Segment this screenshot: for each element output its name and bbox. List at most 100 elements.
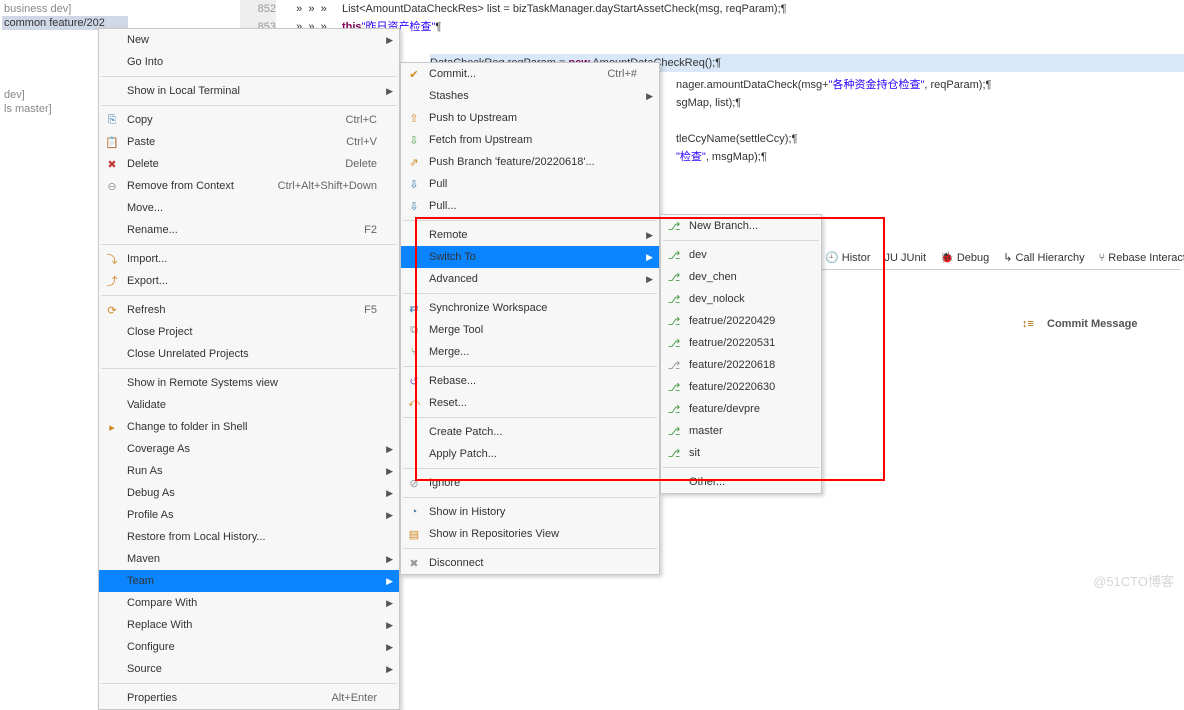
menu-item-dev[interactable]: ⎇dev — [661, 244, 821, 266]
menu-item-go-into[interactable]: Go Into — [99, 51, 399, 73]
rebase--icon: ↺ — [407, 374, 421, 388]
menu-item-show-in-repositories-view[interactable]: ▤Show in Repositories View — [401, 523, 659, 545]
menu-label: dev_nolock — [689, 293, 799, 305]
menu-item-rename[interactable]: Rename...F2 — [99, 219, 399, 241]
menu-item-debug-as[interactable]: Debug As▶ — [99, 482, 399, 504]
menu-label: Push to Upstream — [429, 112, 637, 124]
menu-item-switch-to[interactable]: Switch To▶ — [401, 246, 659, 268]
menu-label: Import... — [127, 253, 377, 265]
menu-item-show-in-local-terminal[interactable]: Show in Local Terminal▶ — [99, 80, 399, 102]
submenu-arrow-icon: ▶ — [386, 466, 393, 477]
menu-item-configure[interactable]: Configure▶ — [99, 636, 399, 658]
feature-20220630-icon: ⎇ — [667, 380, 681, 394]
menu-label: Close Project — [127, 326, 377, 338]
featrue-20220429-icon: ⎇ — [667, 314, 681, 328]
menu-item-change-to-folder-in-shell[interactable]: ▸Change to folder in Shell — [99, 416, 399, 438]
menu-item-pull[interactable]: ⇩Pull — [401, 173, 659, 195]
menu-item-properties[interactable]: PropertiesAlt+Enter — [99, 687, 399, 709]
menu-item-import[interactable]: ⤵Import... — [99, 248, 399, 270]
paste-icon: 📋 — [105, 135, 119, 149]
menu-shortcut: Ctrl+# — [607, 68, 637, 80]
menu-item-show-in-remote-systems-view[interactable]: Show in Remote Systems view — [99, 372, 399, 394]
team-submenu[interactable]: ✔Commit...Ctrl+#Stashes▶⇧Push to Upstrea… — [400, 62, 660, 575]
menu-item-ignore[interactable]: ⊘Ignore — [401, 472, 659, 494]
menu-item-merge[interactable]: ⑂Merge... — [401, 341, 659, 363]
menu-item-rebase[interactable]: ↺Rebase... — [401, 370, 659, 392]
menu-item-reset[interactable]: ⤺Reset... — [401, 392, 659, 414]
menu-label: Remove from Context — [127, 180, 254, 192]
menu-item-disconnect[interactable]: ✖Disconnect — [401, 552, 659, 574]
menu-item-refresh[interactable]: ⟳RefreshF5 — [99, 299, 399, 321]
menu-item-run-as[interactable]: Run As▶ — [99, 460, 399, 482]
menu-item-stashes[interactable]: Stashes▶ — [401, 85, 659, 107]
menu-label: Other... — [689, 476, 799, 488]
menu-item-restore-from-local-history[interactable]: Restore from Local History... — [99, 526, 399, 548]
menu-item-compare-with[interactable]: Compare With▶ — [99, 592, 399, 614]
menu-label: Delete — [127, 158, 321, 170]
submenu-arrow-icon: ▶ — [386, 642, 393, 653]
menu-item-dev-chen[interactable]: ⎇dev_chen — [661, 266, 821, 288]
menu-item-create-patch[interactable]: Create Patch... — [401, 421, 659, 443]
menu-item-source[interactable]: Source▶ — [99, 658, 399, 680]
tab-junit[interactable]: JU JUnit — [885, 252, 927, 264]
menu-item-feature-20220630[interactable]: ⎇feature/20220630 — [661, 376, 821, 398]
menu-item-synchronize-workspace[interactable]: ⇄Synchronize Workspace — [401, 297, 659, 319]
menu-item-close-unrelated-projects[interactable]: Close Unrelated Projects — [99, 343, 399, 365]
menu-item-master[interactable]: ⎇master — [661, 420, 821, 442]
menu-item-commit[interactable]: ✔Commit...Ctrl+# — [401, 63, 659, 85]
menu-item-pull[interactable]: ⇩Pull... — [401, 195, 659, 217]
switch-to-submenu[interactable]: ⎇New Branch...⎇dev⎇dev_chen⎇dev_nolock⎇f… — [660, 214, 822, 494]
menu-label: Ignore — [429, 477, 637, 489]
submenu-arrow-icon: ▶ — [646, 274, 653, 285]
menu-item-sit[interactable]: ⎇sit — [661, 442, 821, 464]
menu-item-coverage-as[interactable]: Coverage As▶ — [99, 438, 399, 460]
menu-item-close-project[interactable]: Close Project — [99, 321, 399, 343]
push-to-upstream-icon: ⇧ — [407, 111, 421, 125]
tab-debug[interactable]: 🐞 Debug — [940, 251, 989, 264]
menu-label: New Branch... — [689, 220, 799, 232]
tree-item[interactable]: business dev] — [2, 2, 128, 16]
menu-item-fetch-from-upstream[interactable]: ⇩Fetch from Upstream — [401, 129, 659, 151]
menu-shortcut: Delete — [345, 158, 377, 170]
menu-label: sit — [689, 447, 799, 459]
menu-item-dev-nolock[interactable]: ⎇dev_nolock — [661, 288, 821, 310]
menu-item-apply-patch[interactable]: Apply Patch... — [401, 443, 659, 465]
sort-icon[interactable]: ↕≡ — [1022, 318, 1034, 330]
menu-item-advanced[interactable]: Advanced ▶ — [401, 268, 659, 290]
menu-label: master — [689, 425, 799, 437]
menu-label: Source — [127, 663, 377, 675]
menu-label: Stashes — [429, 90, 637, 102]
menu-item-featrue-20220531[interactable]: ⎇featrue/20220531 — [661, 332, 821, 354]
menu-item-new[interactable]: New▶ — [99, 29, 399, 51]
menu-item-copy[interactable]: ⎘CopyCtrl+C — [99, 109, 399, 131]
menu-item-export[interactable]: ⤴Export... — [99, 270, 399, 292]
submenu-arrow-icon: ▶ — [386, 444, 393, 455]
reset--icon: ⤺ — [407, 396, 421, 410]
menu-label: Show in Remote Systems view — [127, 377, 377, 389]
submenu-arrow-icon: ▶ — [386, 35, 393, 46]
menu-item-maven[interactable]: Maven▶ — [99, 548, 399, 570]
submenu-arrow-icon: ▶ — [386, 620, 393, 631]
menu-item-move[interactable]: Move... — [99, 197, 399, 219]
menu-label: Advanced — [429, 273, 637, 285]
menu-item-validate[interactable]: Validate — [99, 394, 399, 416]
menu-item-push-to-upstream[interactable]: ⇧ Push to Upstream — [401, 107, 659, 129]
tab-history[interactable]: 🕘 Histor — [825, 251, 871, 264]
menu-item-delete[interactable]: ✖DeleteDelete — [99, 153, 399, 175]
menu-item-push-branch-feature-20220618[interactable]: ⇗Push Branch 'feature/20220618'... — [401, 151, 659, 173]
menu-item-team[interactable]: Team▶ — [99, 570, 399, 592]
menu-item-new-branch[interactable]: ⎇New Branch... — [661, 215, 821, 237]
menu-item-profile-as[interactable]: Profile As▶ — [99, 504, 399, 526]
context-menu[interactable]: New▶Go Into Show in Local Terminal▶ ⎘CopyC… — [98, 28, 400, 710]
menu-item-featrue-20220429[interactable]: ⎇featrue/20220429 — [661, 310, 821, 332]
tab-call-hierarchy[interactable]: ↳ Call Hierarchy — [1003, 251, 1084, 264]
menu-item-other[interactable]: Other... — [661, 471, 821, 493]
submenu-arrow-icon: ▶ — [646, 252, 653, 263]
tab-rebase[interactable]: ⑂ Rebase Interactive — [1099, 252, 1184, 264]
menu-item-remote[interactable]: Remote▶ — [401, 224, 659, 246]
menu-label: Maven — [127, 553, 377, 565]
menu-item-replace-with[interactable]: Replace With▶ — [99, 614, 399, 636]
disconnect-icon: ✖ — [407, 556, 421, 570]
menu-item-feature-devpre[interactable]: ⎇feature/devpre — [661, 398, 821, 420]
menu-item-show-in-history[interactable]: ◔Show in History — [401, 501, 659, 523]
